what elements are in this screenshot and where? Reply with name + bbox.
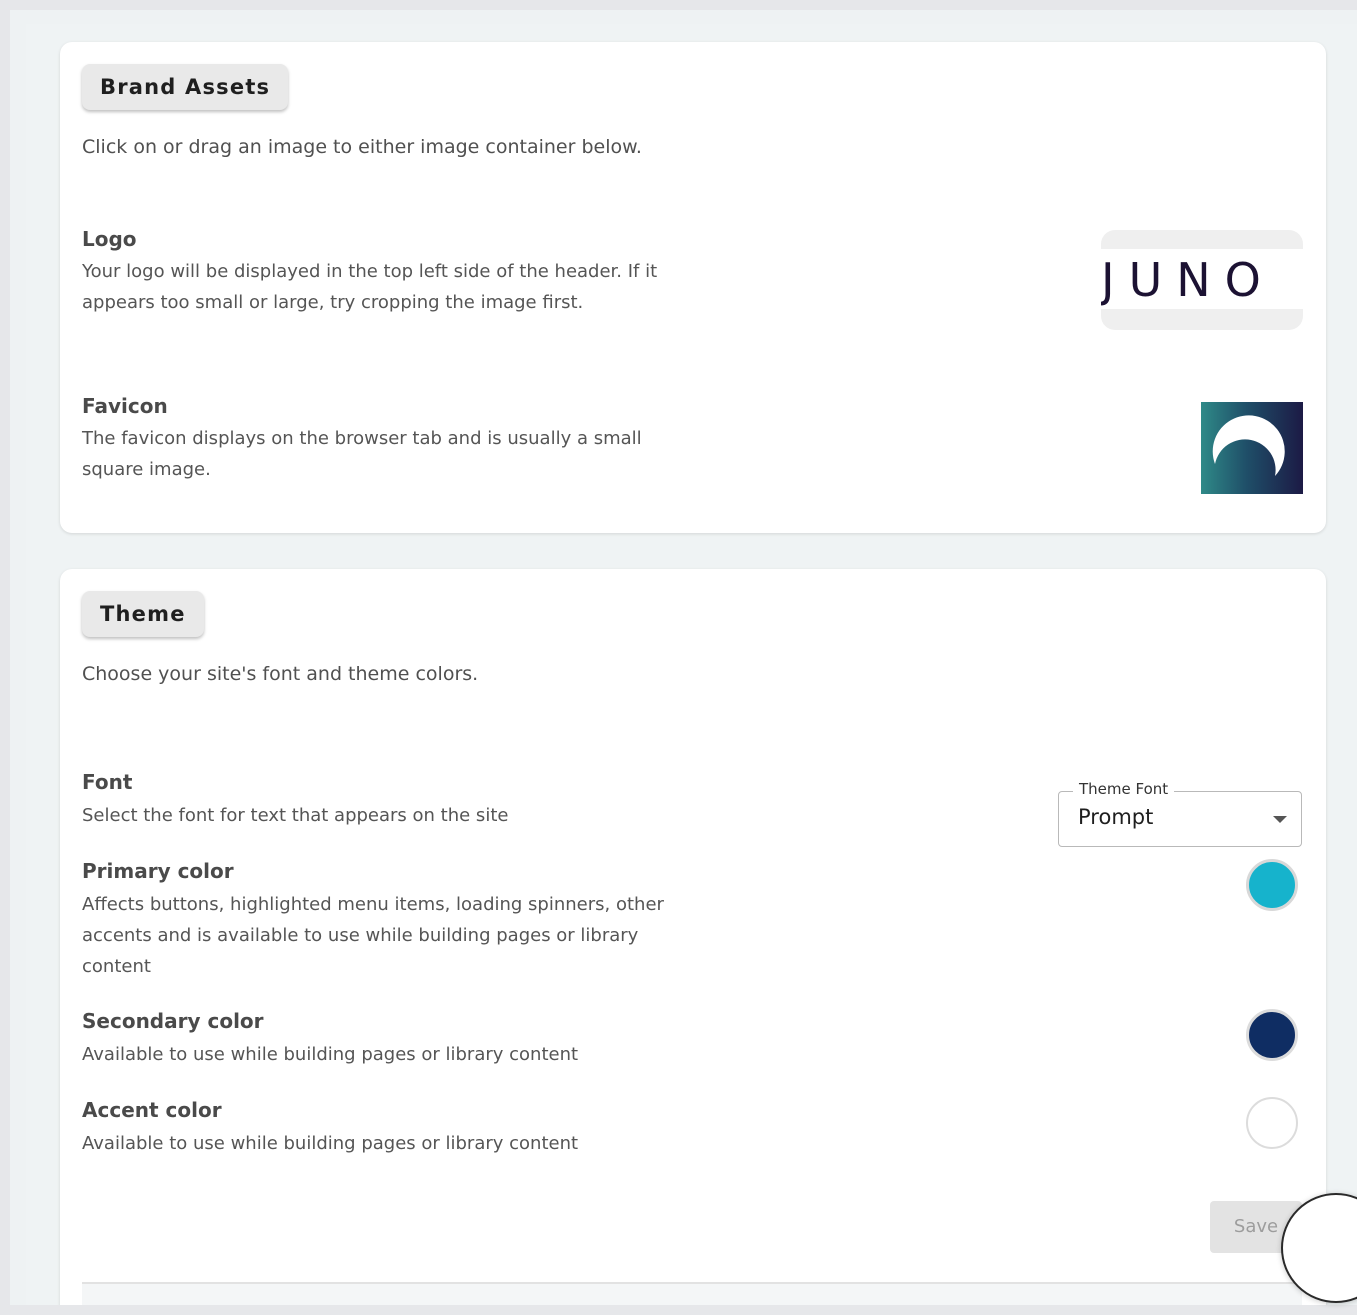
app-window: Brand Assets Click on or drag an image t…	[10, 10, 1357, 1305]
logo-title: Logo	[82, 227, 137, 251]
theme-heading: Theme	[82, 591, 204, 637]
brand-assets-card: Brand Assets Click on or drag an image t…	[60, 42, 1326, 533]
favicon-description: The favicon displays on the browser tab …	[82, 428, 642, 480]
font-title: Font	[82, 770, 133, 794]
settings-content: Brand Assets Click on or drag an image t…	[26, 24, 1357, 1305]
favicon-upload-dropzone[interactable]	[1201, 402, 1303, 494]
accent-color-description: Available to use while building pages or…	[82, 1133, 579, 1154]
secondary-color-title: Secondary color	[82, 1009, 264, 1033]
secondary-color-description: Available to use while building pages or…	[82, 1044, 579, 1065]
theme-font-value: Prompt	[1078, 805, 1154, 829]
theme-card: Theme Choose your site's font and theme …	[60, 569, 1326, 1305]
primary-color-swatch[interactable]	[1246, 859, 1298, 911]
theme-intro: Choose your site's font and theme colors…	[82, 663, 479, 685]
logo-upload-dropzone[interactable]: JUNO	[1101, 230, 1303, 330]
theme-font-label: Theme Font	[1073, 780, 1175, 798]
next-section-edge	[82, 1284, 1302, 1305]
theme-font-select[interactable]: Theme Font Prompt	[1058, 780, 1302, 847]
logo-description: Your logo will be displayed in the top l…	[82, 261, 658, 313]
primary-color-description: Affects buttons, highlighted menu items,…	[82, 894, 664, 977]
secondary-color-swatch[interactable]	[1246, 1009, 1298, 1061]
favicon-crescent-icon	[1212, 415, 1285, 476]
accent-color-title: Accent color	[82, 1098, 222, 1122]
brand-assets-heading: Brand Assets	[82, 64, 289, 110]
favicon-title: Favicon	[82, 394, 168, 418]
chevron-down-icon	[1273, 816, 1287, 823]
primary-color-title: Primary color	[82, 859, 234, 883]
accent-color-swatch[interactable]	[1246, 1097, 1298, 1149]
logo-image: JUNO	[1101, 253, 1275, 307]
font-description: Select the font for text that appears on…	[82, 805, 509, 826]
brand-assets-intro: Click on or drag an image to either imag…	[82, 136, 642, 158]
